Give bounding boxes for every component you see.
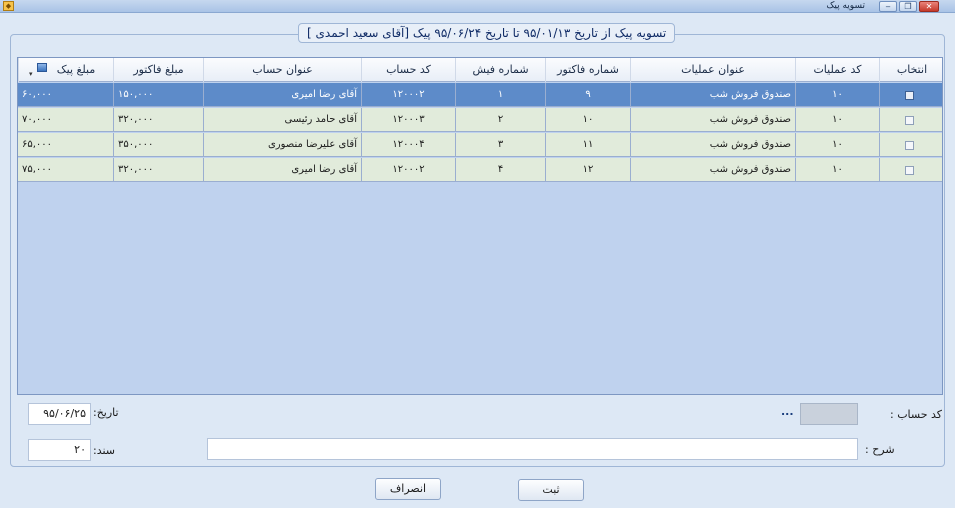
title-bar: ◆ تسویه پیک ‒ ❐ ✕ [0, 0, 955, 13]
cell-op-title: صندوق فروش شب [630, 108, 795, 132]
cell-account-code: ۱۲۰۰۰۴ [361, 133, 455, 157]
col-courier-amount[interactable]: ▾ مبلغ پیک [18, 58, 113, 82]
cell-invoice-amount: ۳۵۰,۰۰۰ [113, 133, 203, 157]
col-select[interactable]: انتخاب [879, 58, 942, 82]
row-select-checkbox[interactable] [905, 141, 914, 150]
table-row[interactable]: ۶۰,۰۰۰ ۱۵۰,۰۰۰ آقای رضا امیری ۱۲۰۰۰۲ ۱ ۹… [18, 83, 942, 107]
cell-courier-amount: ۶۰,۰۰۰ [22, 89, 53, 100]
date-label: تاریخ: [93, 406, 119, 419]
restore-icon[interactable]: ❐ [899, 1, 917, 12]
cell-invoice-no: ۱۱ [545, 133, 630, 157]
cell-invoice-amount: ۳۲۰,۰۰۰ [113, 108, 203, 132]
document-label: سند: [93, 444, 116, 457]
table-row[interactable]: ۷۵,۰۰۰ ۳۲۰,۰۰۰ آقای رضا امیری ۱۲۰۰۰۲ ۴ ۱… [18, 158, 942, 182]
cell-op-code: ۱۰ [795, 108, 879, 132]
cell-op-code: ۱۰ [795, 133, 879, 157]
account-code-field[interactable] [800, 403, 858, 425]
cell-op-title: صندوق فروش شب [630, 158, 795, 182]
window-title: تسویه پیک [826, 1, 865, 11]
cell-courier-amount: ۷۵,۰۰۰ [22, 164, 53, 175]
cell-invoice-no: ۹ [545, 83, 630, 107]
cell-account-code: ۱۲۰۰۰۳ [361, 108, 455, 132]
col-invoice-amount[interactable]: مبلغ فاکتور [113, 58, 203, 82]
cell-op-title: صندوق فروش شب [630, 83, 795, 107]
cell-account-code: ۱۲۰۰۰۲ [361, 158, 455, 182]
account-lookup-button[interactable]: ... [781, 405, 794, 418]
cell-receipt-no: ۱ [455, 83, 545, 107]
cell-courier-amount: ۶۵,۰۰۰ [22, 139, 53, 150]
cell-account-title: آقای حامد رئیسی [203, 108, 361, 132]
cell-select [879, 133, 942, 157]
description-label: شرح : [865, 443, 895, 456]
group-title: تسویه پیک از تاریخ ۹۵/۰۱/۱۳ تا تاریخ ۹۵/… [298, 23, 676, 43]
cell-invoice-amount: ۳۲۰,۰۰۰ [113, 158, 203, 182]
cell-receipt-no: ۴ [455, 158, 545, 182]
table-row[interactable]: ۷۰,۰۰۰ ۳۲۰,۰۰۰ آقای حامد رئیسی ۱۲۰۰۰۳ ۲ … [18, 108, 942, 132]
cell-invoice-no: ۱۲ [545, 158, 630, 182]
app-icon: ◆ [3, 1, 14, 11]
description-field[interactable] [207, 438, 858, 460]
col-op-code[interactable]: کد عملیات [795, 58, 879, 82]
col-receipt-no[interactable]: شماره فیش [455, 58, 545, 82]
column-chooser-icon[interactable] [37, 63, 47, 72]
cancel-button[interactable]: انصراف [375, 478, 441, 500]
cell-account-title: آقای رضا امیری [203, 83, 361, 107]
row-select-checkbox[interactable] [905, 166, 914, 175]
cell-account-title: آقای رضا امیری [203, 158, 361, 182]
cell-courier-amount: ۷۰,۰۰۰ [22, 114, 53, 125]
cell-account-title: آقای علیرضا منصوری [203, 133, 361, 157]
account-code-label: کد حساب : [890, 408, 943, 421]
grid-header: ▾ مبلغ پیک مبلغ فاکتور عنوان حساب کد حسا… [18, 58, 942, 82]
cell-invoice-amount: ۱۵۰,۰۰۰ [113, 83, 203, 107]
row-select-checkbox[interactable] [905, 116, 914, 125]
cell-op-title: صندوق فروش شب [630, 133, 795, 157]
date-field[interactable]: ۹۵/۰۶/۲۵ [28, 403, 91, 425]
cell-select [879, 83, 942, 107]
close-icon[interactable]: ✕ [919, 1, 939, 12]
col-account-code[interactable]: کد حساب [361, 58, 455, 82]
table-row[interactable]: ۶۵,۰۰۰ ۳۵۰,۰۰۰ آقای علیرضا منصوری ۱۲۰۰۰۴… [18, 133, 942, 157]
settlement-grid[interactable]: ▾ مبلغ پیک مبلغ فاکتور عنوان حساب کد حسا… [17, 57, 943, 395]
col-invoice-no[interactable]: شماره فاکتور [545, 58, 630, 82]
row-select-checkbox[interactable] [905, 91, 914, 100]
minimize-icon[interactable]: ‒ [879, 1, 897, 12]
col-op-title[interactable]: عنوان عملیات [630, 58, 795, 82]
submit-button[interactable]: ثبت [518, 479, 584, 501]
cell-invoice-no: ۱۰ [545, 108, 630, 132]
cell-account-code: ۱۲۰۰۰۲ [361, 83, 455, 107]
document-field[interactable]: ۲۰ [28, 439, 91, 461]
cell-op-code: ۱۰ [795, 158, 879, 182]
col-account-title[interactable]: عنوان حساب [203, 58, 361, 82]
cell-select [879, 108, 942, 132]
cell-receipt-no: ۲ [455, 108, 545, 132]
cell-op-code: ۱۰ [795, 83, 879, 107]
settle-courier-window: ◆ تسویه پیک ‒ ❐ ✕ تسویه پیک از تاریخ ۹۵/… [0, 0, 955, 508]
cell-select [879, 158, 942, 182]
cell-receipt-no: ۳ [455, 133, 545, 157]
